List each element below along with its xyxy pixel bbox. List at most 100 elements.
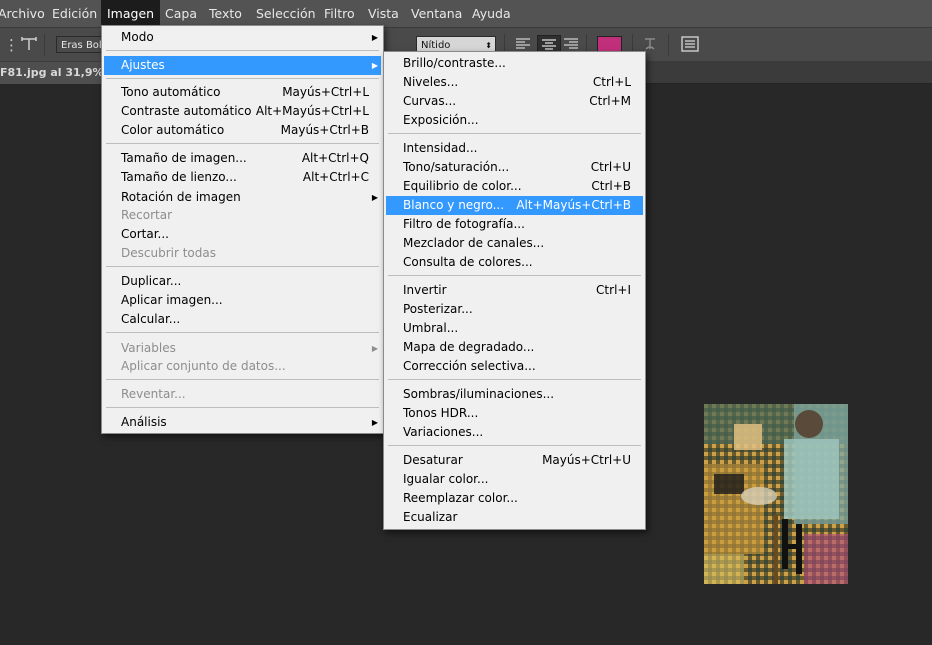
menu-item-label: Descubrir todas (121, 246, 216, 260)
menu-separator (106, 143, 379, 144)
menu-item-umbral[interactable]: Umbral... (386, 319, 643, 338)
menu-item-label: Brillo/contraste... (403, 56, 506, 70)
menu-item-rotacion-imagen[interactable]: Rotación de imagen ▶ (104, 188, 381, 207)
divider (668, 34, 669, 56)
menu-item-intensidad[interactable]: Intensidad... (386, 139, 643, 158)
menu-item-label: Análisis (121, 415, 167, 429)
menu-texto[interactable]: Texto (203, 0, 248, 28)
menu-item-sombras-iluminaciones[interactable]: Sombras/iluminaciones... (386, 385, 643, 404)
menu-item-label: Variaciones... (403, 425, 484, 439)
menu-item-desaturar[interactable]: Desaturar Mayús+Ctrl+U (386, 451, 643, 470)
menu-item-label: Blanco y negro... (403, 198, 505, 212)
menu-item-shortcut: Alt+Mayús+Ctrl+L (255, 104, 369, 118)
text-orientation-icon[interactable] (20, 36, 38, 55)
font-family-select[interactable]: Eras Bold (56, 36, 102, 53)
menu-item-label: Desaturar (403, 453, 463, 467)
menu-item-blanco-negro[interactable]: Blanco y negro... Alt+Mayús+Ctrl+B (386, 196, 643, 215)
grip-icon: ⋮ (4, 36, 19, 54)
menu-separator (106, 407, 379, 408)
divider (44, 34, 45, 56)
menu-item-label: Niveles... (403, 75, 459, 89)
menu-item-consulta-colores[interactable]: Consulta de colores... (386, 253, 643, 272)
menu-item-contraste-automatico[interactable]: Contraste automático Alt+Mayús+Ctrl+L (104, 102, 381, 121)
menu-item-tonos-hdr[interactable]: Tonos HDR... (386, 404, 643, 423)
menu-item-mezclador-canales[interactable]: Mezclador de canales... (386, 234, 643, 253)
menu-item-tono-saturacion[interactable]: Tono/saturación... Ctrl+U (386, 158, 643, 177)
menu-item-shortcut: Ctrl+M (589, 94, 631, 108)
menu-filtro[interactable]: Filtro (318, 0, 361, 28)
menu-item-cortar[interactable]: Cortar... (104, 225, 381, 244)
menu-imagen[interactable]: Imagen (101, 0, 161, 28)
menu-item-ajustes[interactable]: Ajustes ▶ (104, 56, 381, 75)
panels-icon[interactable] (681, 36, 699, 55)
menu-item-label: Ajustes (121, 58, 165, 72)
document-canvas-image[interactable] (704, 404, 848, 584)
menu-ventana[interactable]: Ventana (405, 0, 468, 28)
menu-item-variaciones[interactable]: Variaciones... (386, 423, 643, 442)
menu-item-label: Variables (121, 341, 176, 355)
menu-item-curvas[interactable]: Curvas... Ctrl+M (386, 92, 643, 111)
menu-item-equilibrio-color[interactable]: Equilibrio de color... Ctrl+B (386, 177, 643, 196)
menu-item-calcular[interactable]: Calcular... (104, 310, 381, 329)
menu-item-tamano-imagen[interactable]: Tamaño de imagen... Alt+Ctrl+Q (104, 149, 381, 168)
menu-item-label: Contraste automático (121, 104, 252, 118)
menu-item-label: Mezclador de canales... (403, 236, 545, 250)
menu-item-analisis[interactable]: Análisis ▶ (104, 413, 381, 432)
menu-item-brillo-contraste[interactable]: Brillo/contraste... (386, 54, 643, 73)
menu-vista[interactable]: Vista (362, 0, 405, 28)
menu-item-shortcut: Ctrl+L (592, 75, 631, 89)
menu-item-label: Intensidad... (403, 141, 478, 155)
menu-item-filtro-fotografia[interactable]: Filtro de fotografía... (386, 215, 643, 234)
submenu-arrow-icon: ▶ (371, 33, 378, 42)
submenu-arrow-icon: ▶ (371, 61, 378, 70)
menu-item-correccion-selectiva[interactable]: Corrección selectiva... (386, 357, 643, 376)
antialias-value: Nítido (421, 40, 451, 51)
menu-item-label: Posterizar... (403, 302, 473, 316)
menu-item-label: Aplicar conjunto de datos... (121, 359, 286, 373)
menu-item-aplicar-imagen[interactable]: Aplicar imagen... (104, 291, 381, 310)
menu-item-color-automatico[interactable]: Color automático Mayús+Ctrl+B (104, 121, 381, 140)
menu-item-duplicar[interactable]: Duplicar... (104, 272, 381, 291)
menu-item-label: Curvas... (403, 94, 457, 108)
menu-separator (106, 379, 379, 380)
menu-item-mapa-degradado[interactable]: Mapa de degradado... (386, 338, 643, 357)
menu-item-label: Umbral... (403, 321, 459, 335)
menu-item-label: Corrección selectiva... (403, 359, 536, 373)
menu-item-shortcut: Alt+Ctrl+Q (301, 151, 369, 165)
menu-item-tono-automatico[interactable]: Tono automático Mayús+Ctrl+L (104, 83, 381, 102)
menu-item-label: Tono/saturación... (403, 160, 510, 174)
menu-item-shortcut: Ctrl+B (591, 179, 631, 193)
menu-separator (388, 445, 641, 446)
menu-item-posterizar[interactable]: Posterizar... (386, 300, 643, 319)
menu-item-label: Exposición... (403, 113, 479, 127)
menu-item-label: Filtro de fotografía... (403, 217, 525, 231)
menu-item-shortcut: Mayús+Ctrl+B (280, 123, 369, 137)
ajustes-submenu: Brillo/contraste... Niveles... Ctrl+L Cu… (383, 51, 646, 530)
menu-separator (388, 275, 641, 276)
menu-seleccion[interactable]: Selección (250, 0, 322, 28)
menu-separator (106, 50, 379, 51)
menu-item-igualar-color[interactable]: Igualar color... (386, 470, 643, 489)
menu-item-shortcut: Alt+Mayús+Ctrl+B (516, 198, 631, 212)
menu-item-ecualizar[interactable]: Ecualizar (386, 508, 643, 527)
menu-bar: Archivo Edición Imagen Capa Texto Selecc… (0, 0, 932, 28)
menu-edicion[interactable]: Edición (46, 0, 103, 28)
menu-item-label: Consulta de colores... (403, 255, 533, 269)
submenu-arrow-icon: ▶ (371, 418, 378, 427)
menu-item-niveles[interactable]: Niveles... Ctrl+L (386, 73, 643, 92)
menu-item-label: Calcular... (121, 312, 181, 326)
menu-item-tamano-lienzo[interactable]: Tamaño de lienzo... Alt+Ctrl+C (104, 168, 381, 187)
menu-separator (388, 133, 641, 134)
menu-item-label: Ecualizar (403, 510, 458, 524)
menu-archivo[interactable]: Archivo (0, 0, 51, 28)
menu-ayuda[interactable]: Ayuda (466, 0, 517, 28)
imagen-menu: Modo ▶ Ajustes ▶ Tono automático Mayús+C… (101, 25, 384, 434)
submenu-arrow-icon: ▶ (371, 344, 378, 353)
menu-item-invertir[interactable]: Invertir Ctrl+I (386, 281, 643, 300)
menu-capa[interactable]: Capa (159, 0, 203, 28)
menu-item-modo[interactable]: Modo ▶ (104, 28, 381, 47)
menu-item-label: Modo (121, 30, 154, 44)
menu-item-exposicion[interactable]: Exposición... (386, 111, 643, 130)
menu-item-reemplazar-color[interactable]: Reemplazar color... (386, 489, 643, 508)
menu-item-label: Invertir (403, 283, 447, 297)
